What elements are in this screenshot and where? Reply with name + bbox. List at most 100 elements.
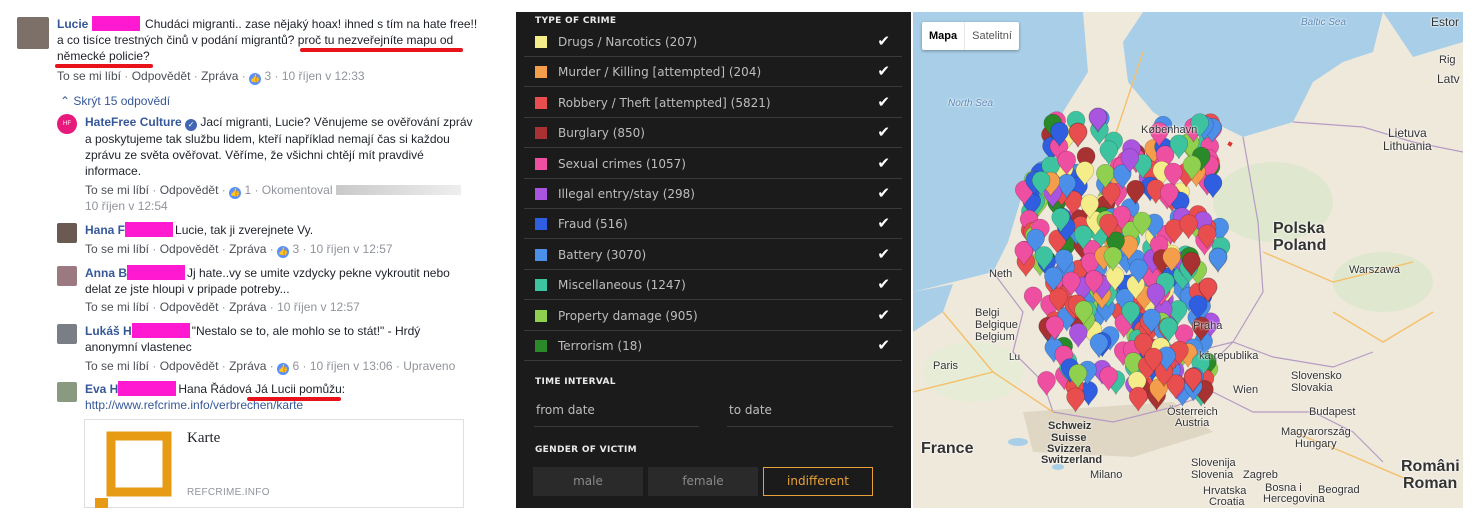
from-date-input[interactable]: from date	[534, 403, 699, 427]
crime-type-label: Drugs / Narcotics (207)	[558, 35, 698, 49]
timestamp[interactable]: 10 říjen v 12:57	[277, 300, 360, 314]
report-link[interactable]: Zpráva	[201, 69, 238, 83]
crime-type-row[interactable]: Fraud (516) ✔	[524, 209, 902, 240]
checkmark-icon[interactable]: ✔	[877, 123, 890, 141]
crime-marker-pin[interactable]	[1128, 386, 1148, 412]
crime-type-row[interactable]: Battery (3070) ✔	[524, 240, 902, 270]
checkmark-icon[interactable]: ✔	[877, 154, 890, 172]
checkmark-icon[interactable]: ✔	[877, 245, 890, 263]
crime-marker-pin[interactable]	[1066, 387, 1085, 413]
like-link[interactable]: To se mi líbí	[85, 300, 149, 314]
map-label: Rig	[1439, 54, 1456, 66]
crime-type-row[interactable]: Sexual crimes (1057) ✔	[524, 149, 902, 179]
crime-marker-pin[interactable]	[1089, 333, 1109, 359]
crime-marker-pin[interactable]	[1037, 371, 1056, 397]
map-label: Croatia	[1209, 496, 1245, 508]
gender-of-victim-heading: GENDER OF VICTIM	[535, 445, 637, 455]
crime-color-swatch	[535, 36, 547, 48]
hatefree-avatar[interactable]: HF	[57, 114, 77, 134]
comment-actions: To se mi líbí · Odpovědět · Zpráva · 👍 6…	[85, 359, 456, 375]
like-count: 1	[244, 183, 252, 197]
avatar[interactable]	[57, 223, 77, 243]
avatar[interactable]	[17, 17, 49, 49]
checkmark-icon[interactable]: ✔	[877, 214, 890, 232]
gender-female-button[interactable]: female	[648, 467, 758, 496]
timestamp[interactable]: 10 říjen v 12:54	[85, 199, 168, 213]
like-icon: 👍	[229, 187, 242, 199]
crime-type-row[interactable]: Murder / Killing [attempted] (204) ✔	[524, 57, 902, 88]
commenter-name[interactable]: Lucie	[57, 17, 88, 31]
map-label: Slovakia	[1291, 382, 1333, 394]
like-link[interactable]: To se mi líbí	[85, 242, 149, 256]
crime-color-swatch	[535, 309, 547, 322]
edited-label[interactable]: Upraveno	[403, 359, 455, 373]
gender-indifferent-button[interactable]: indifferent	[763, 467, 873, 496]
checkmark-icon[interactable]: ✔	[877, 93, 890, 111]
map-type-mapa[interactable]: Mapa	[922, 22, 964, 50]
checkmark-icon[interactable]: ✔	[877, 32, 890, 50]
map-label: Paris	[933, 360, 959, 372]
map-type-satellite[interactable]: Satelitní	[964, 22, 1019, 50]
like-link[interactable]: To se mi líbí	[85, 359, 149, 373]
commenter-name[interactable]: HateFree Culture	[85, 115, 182, 129]
crime-type-row[interactable]: Burglary (850) ✔	[524, 118, 902, 149]
map-label: Warszawa	[1349, 264, 1400, 276]
commenter-name[interactable]: Anna B	[85, 266, 127, 280]
map-label: Austria	[1175, 417, 1210, 429]
crime-type-row[interactable]: Property damage (905) ✔	[524, 301, 902, 331]
crime-type-row[interactable]: Drugs / Narcotics (207) ✔	[524, 27, 902, 57]
crime-marker-pin[interactable]	[1023, 286, 1043, 312]
crime-color-swatch	[535, 279, 547, 292]
map-type-toggle: Mapa Satelitní	[922, 22, 1019, 50]
crime-type-row[interactable]: Miscellaneous (1247) ✔	[524, 270, 902, 301]
crime-color-swatch	[535, 248, 547, 261]
commenter-name[interactable]: Lukáš H	[85, 324, 132, 338]
checkmark-icon[interactable]: ✔	[877, 306, 890, 324]
map-label: Wien	[1233, 384, 1259, 396]
report-link[interactable]: Zpráva	[229, 242, 266, 256]
reply-link[interactable]: Odpovědět	[160, 183, 219, 197]
comment-actions: To se mi líbí · Odpovědět · Zpráva · 👍 3…	[85, 242, 393, 258]
checkmark-icon[interactable]: ✔	[877, 336, 890, 354]
reply-link[interactable]: Odpovědět	[160, 242, 219, 256]
timestamp[interactable]: 10 říjen v 12:57	[310, 242, 393, 256]
like-link[interactable]: To se mi líbí	[85, 183, 149, 197]
crime-map[interactable]: Mapa Satelitní Baltic Sea North Sea Købe…	[913, 12, 1463, 508]
redaction-block	[127, 265, 185, 280]
map-label: ká republika	[1199, 350, 1259, 362]
tagged-name[interactable]: Hana Řádová	[178, 382, 251, 396]
commenter-name[interactable]: Eva H	[85, 382, 118, 396]
reply-link[interactable]: Odpovědět	[160, 359, 219, 373]
timestamp[interactable]: 10 říjen v 13:06	[310, 359, 393, 373]
crime-type-row[interactable]: Terrorism (18) ✔	[524, 331, 902, 361]
checkmark-icon[interactable]: ✔	[877, 62, 890, 80]
reply-link[interactable]: Odpovědět	[132, 69, 191, 83]
comment-hatefree: HateFree Culture ✓ Jací migranti, Lucie?…	[85, 114, 480, 179]
like-icon: 👍	[249, 73, 262, 85]
like-link[interactable]: To se mi líbí	[57, 69, 121, 83]
crime-type-row[interactable]: Illegal entry/stay (298) ✔	[524, 179, 902, 209]
hide-replies-link[interactable]: ⌃ Skrýt 15 odpovědí	[60, 94, 170, 108]
crime-color-swatch	[535, 218, 547, 231]
crime-type-label: Sexual crimes (1057)	[558, 156, 686, 171]
crime-markers	[1014, 107, 1231, 413]
type-of-crime-heading: TYPE OF CRIME	[535, 16, 617, 26]
commenter-name[interactable]: Hana F	[85, 223, 125, 237]
map-label: Lietuva	[1388, 126, 1427, 140]
link-preview-card[interactable]: Karte REFCRIME.INFO	[84, 419, 464, 508]
avatar[interactable]	[57, 266, 77, 286]
report-link[interactable]: Zpráva	[229, 300, 266, 314]
checkmark-icon[interactable]: ✔	[877, 184, 890, 202]
reply-link[interactable]: Odpovědět	[160, 300, 219, 314]
avatar[interactable]	[57, 382, 77, 402]
gender-male-button[interactable]: male	[533, 467, 643, 496]
crime-marker-pin[interactable]	[1208, 247, 1228, 274]
checkmark-icon[interactable]: ✔	[877, 275, 890, 293]
crime-type-row[interactable]: Robbery / Theft [attempted] (5821) ✔	[524, 88, 902, 118]
report-link[interactable]: Zpráva	[229, 359, 266, 373]
avatar[interactable]	[57, 324, 77, 344]
map-label: Slovensko	[1291, 370, 1342, 382]
timestamp[interactable]: 10 říjen v 12:33	[282, 69, 365, 83]
to-date-input[interactable]: to date	[727, 403, 893, 427]
map-label: North Sea	[948, 98, 994, 109]
